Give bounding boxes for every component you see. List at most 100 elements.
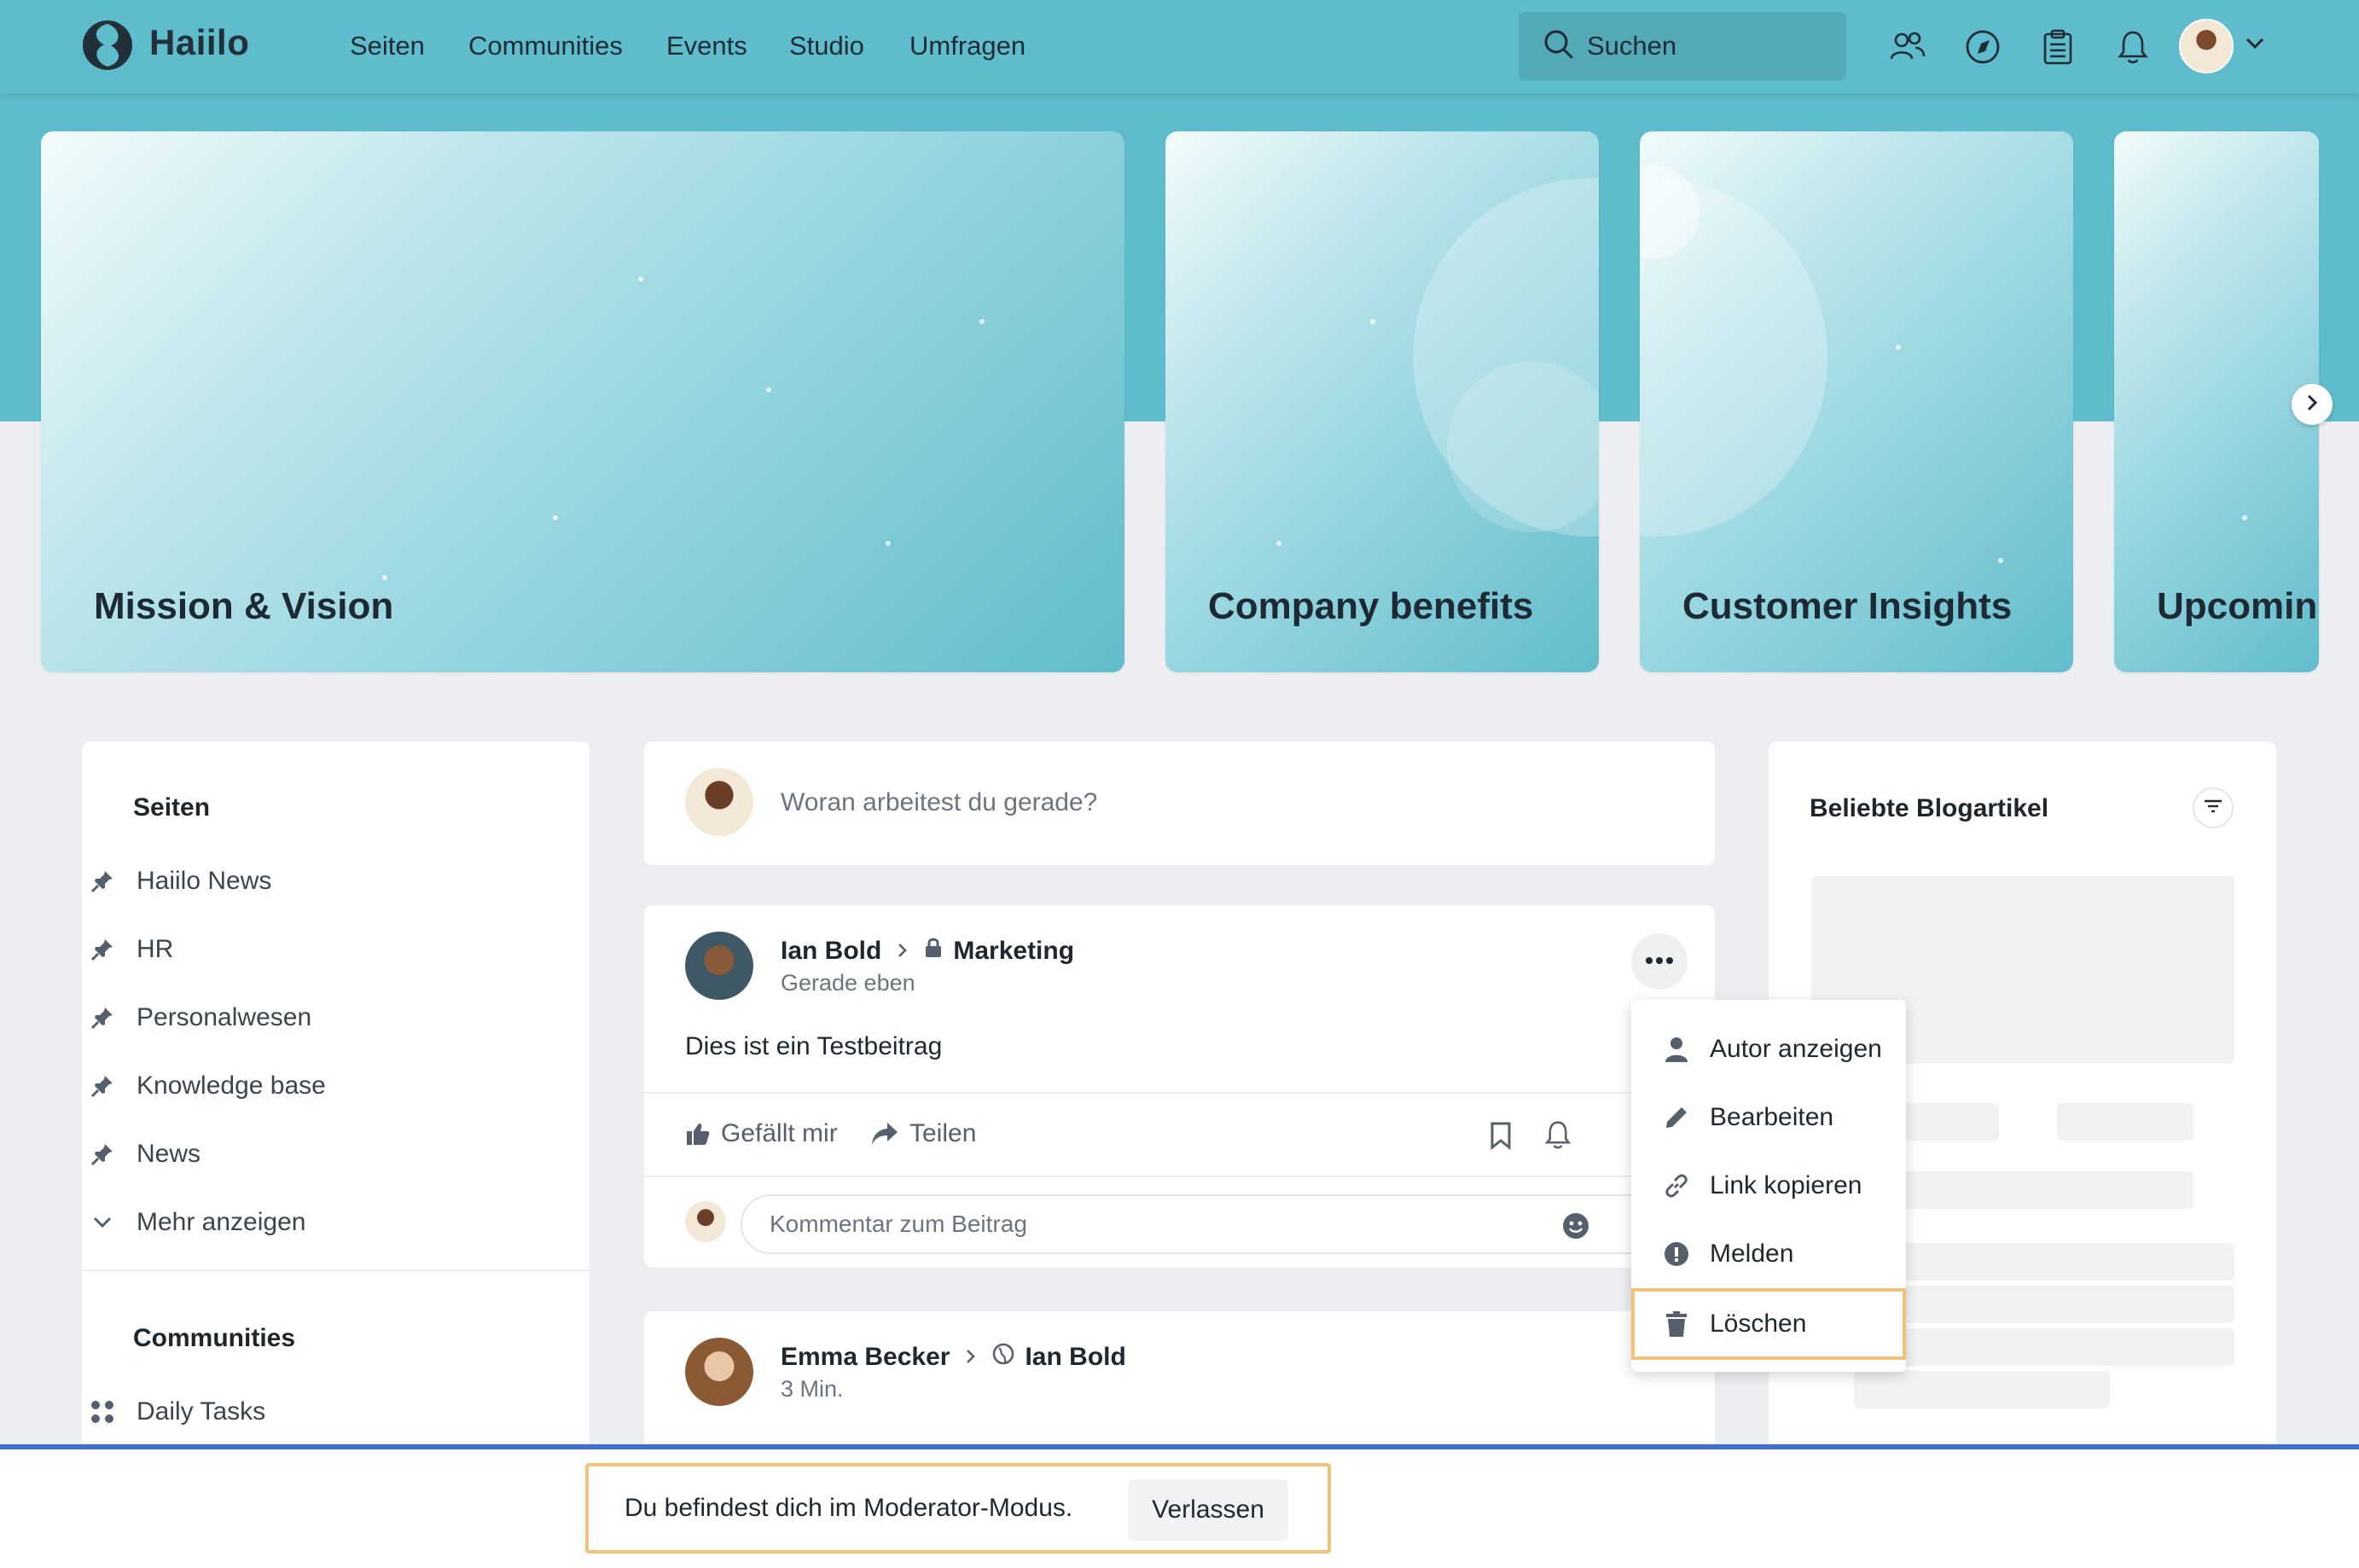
post-author-name[interactable]: Ian Bold (781, 937, 881, 966)
search-input[interactable]: Suchen (1519, 12, 1846, 80)
filter-button[interactable] (2193, 787, 2234, 828)
pencil-icon (1662, 1105, 1691, 1130)
moderator-mode-message: Du befindest dich im Moderator-Modus. (625, 1494, 1073, 1522)
share-label: Teilen (909, 1119, 977, 1147)
sidebar-item-haiilo-news[interactable]: Haiilo News (90, 867, 271, 896)
menu-item-copy-link[interactable]: Link kopieren (1631, 1152, 1906, 1220)
post-timestamp: 3 Min. (781, 1376, 844, 1402)
hero-card-title: Company benefits (1208, 585, 1534, 627)
nav-seiten[interactable]: Seiten (350, 31, 425, 61)
menu-item-label: Melden (1710, 1240, 1794, 1268)
sidebar-item-label: Personalwesen (137, 1003, 312, 1031)
user-avatar[interactable] (2179, 19, 2234, 73)
menu-item-edit[interactable]: Bearbeiten (1631, 1083, 1906, 1152)
pin-icon (85, 937, 119, 962)
sidebar-pages-title: Seiten (133, 793, 211, 822)
alert-circle-icon (1662, 1240, 1691, 1268)
skeleton-placeholder (1854, 1286, 2234, 1323)
nav-umfragen[interactable]: Umfragen (909, 31, 1026, 61)
skeleton-placeholder (1854, 1243, 2234, 1281)
search-label: Suchen (1587, 31, 1677, 61)
comment-placeholder: Kommentar zum Beitrag (770, 1211, 1027, 1237)
hero-card-title: Customer Insights (1682, 585, 2013, 627)
post-target-name[interactable]: Ian Bold (1025, 1343, 1125, 1372)
hero-card-insights[interactable]: Customer Insights (1640, 131, 2073, 672)
emoji-icon[interactable] (1561, 1211, 1590, 1246)
sidebar-item-label: Daily Tasks (137, 1397, 266, 1426)
post-target-name[interactable]: Marketing (953, 937, 1074, 966)
hero-card-upcoming[interactable]: Upcoming (2114, 131, 2319, 672)
menu-item-label: Link kopieren (1710, 1171, 1862, 1199)
compass-icon[interactable] (1963, 27, 2002, 67)
sidebar-show-more[interactable]: Mehr anzeigen (93, 1208, 306, 1237)
post-options-menu: Autor anzeigen Bearbeiten Link kopieren … (1631, 1000, 1906, 1372)
menu-item-delete[interactable]: Löschen (1631, 1288, 1906, 1360)
trash-icon (1662, 1310, 1691, 1338)
bell-icon[interactable] (1544, 1119, 1572, 1154)
menu-item-label: Löschen (1710, 1310, 1807, 1338)
sidebar-communities-title: Communities (133, 1324, 296, 1352)
menu-item-label: Bearbeiten (1710, 1103, 1834, 1131)
share-icon (872, 1123, 898, 1145)
share-button[interactable]: Teilen (870, 1119, 976, 1148)
thumbs-up-icon (687, 1124, 710, 1145)
blog-widget-title: Beliebte Blogartikel (1810, 794, 2049, 822)
hero-card-mission[interactable]: Mission & Vision (41, 131, 1124, 672)
chevron-right-icon (897, 937, 909, 966)
lock-icon (924, 937, 943, 966)
more-horizontal-icon (1645, 954, 1674, 969)
pin-icon (85, 1005, 119, 1031)
leave-moderator-button[interactable]: Verlassen (1128, 1479, 1288, 1541)
sidebar-item-label: News (137, 1140, 201, 1168)
nav-events[interactable]: Events (666, 31, 747, 61)
hero-card-benefits[interactable]: Company benefits (1165, 131, 1599, 672)
sidebar-item-label: Knowledge base (137, 1071, 326, 1100)
post-header: Emma Becker Ian Bold (781, 1343, 1126, 1372)
carousel-next-button[interactable] (2292, 384, 2333, 425)
post-author-avatar[interactable] (685, 932, 753, 1000)
haiilo-logo-icon[interactable] (81, 19, 134, 72)
skeleton-placeholder (1854, 1328, 2234, 1366)
post-divider (644, 1176, 1715, 1177)
bell-icon[interactable] (2113, 27, 2153, 67)
hero-card-title: Upcoming (2157, 585, 2319, 627)
chevron-down-icon[interactable] (2244, 36, 2266, 55)
hero-card-title: Mission & Vision (94, 585, 394, 627)
post-header: Ian Bold Marketing (781, 937, 1074, 966)
globe-icon (992, 1343, 1014, 1372)
chevron-right-icon (2304, 393, 2320, 416)
sidebar-divider (82, 1269, 590, 1271)
sidebar-item-hr[interactable]: HR (90, 935, 174, 964)
sidebar-item-label: HR (137, 935, 174, 963)
like-button[interactable]: Gefällt mir (685, 1119, 838, 1148)
sidebar-item-daily-tasks[interactable]: Daily Tasks (91, 1397, 266, 1426)
pin-icon (85, 1141, 119, 1167)
grid-dots-icon (85, 1399, 119, 1425)
post-author-name[interactable]: Emma Becker (781, 1343, 950, 1372)
nav-studio[interactable]: Studio (789, 31, 864, 61)
people-icon[interactable] (1888, 27, 1927, 67)
menu-item-report[interactable]: Melden (1631, 1220, 1906, 1288)
user-icon (1662, 1036, 1691, 1063)
clipboard-icon[interactable] (2038, 27, 2077, 67)
search-icon (1543, 28, 1575, 65)
top-navigation-bar: Haiilo Seiten Communities Events Studio … (0, 0, 2359, 94)
post-author-avatar[interactable] (685, 1338, 753, 1406)
comment-input[interactable]: Kommentar zum Beitrag (741, 1194, 1696, 1254)
post-body-text: Dies ist ein Testbeitrag (685, 1032, 943, 1060)
sidebar-item-knowledge-base[interactable]: Knowledge base (90, 1071, 326, 1101)
post-composer[interactable]: Woran arbeitest du gerade? (644, 741, 1715, 865)
pin-icon (85, 1073, 119, 1099)
sidebar-show-more-label: Mehr anzeigen (137, 1208, 306, 1236)
post-divider (644, 1092, 1715, 1094)
like-label: Gefällt mir (721, 1119, 838, 1147)
menu-item-show-author[interactable]: Autor anzeigen (1631, 1015, 1906, 1083)
sidebar-item-personalwesen[interactable]: Personalwesen (90, 1003, 312, 1032)
filter-icon (2203, 799, 2223, 818)
bookmark-icon[interactable] (1488, 1121, 1514, 1154)
menu-item-label: Autor anzeigen (1710, 1035, 1882, 1063)
nav-communities[interactable]: Communities (468, 31, 623, 61)
post-options-button[interactable] (1631, 933, 1688, 990)
logo-text[interactable]: Haiilo (149, 22, 249, 63)
sidebar-item-news[interactable]: News (90, 1140, 201, 1169)
